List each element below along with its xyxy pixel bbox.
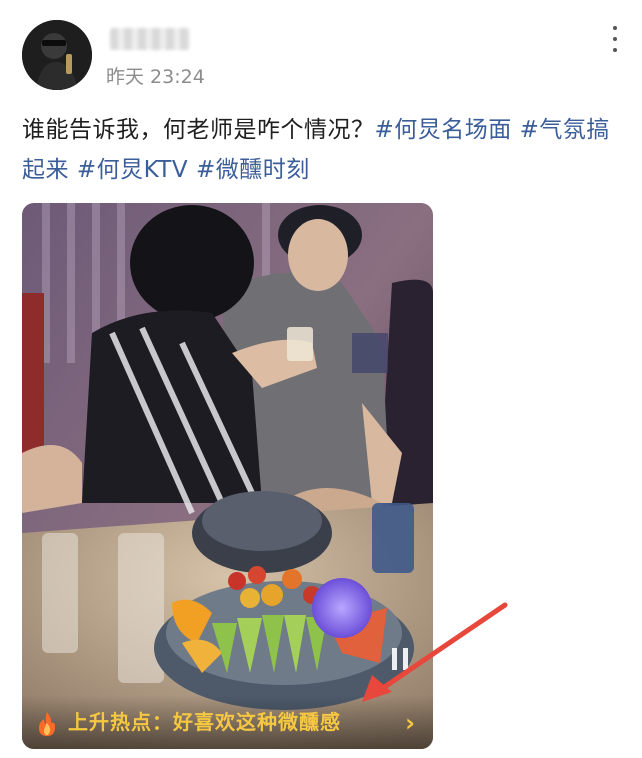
red-arrow-annotation	[362, 602, 508, 702]
